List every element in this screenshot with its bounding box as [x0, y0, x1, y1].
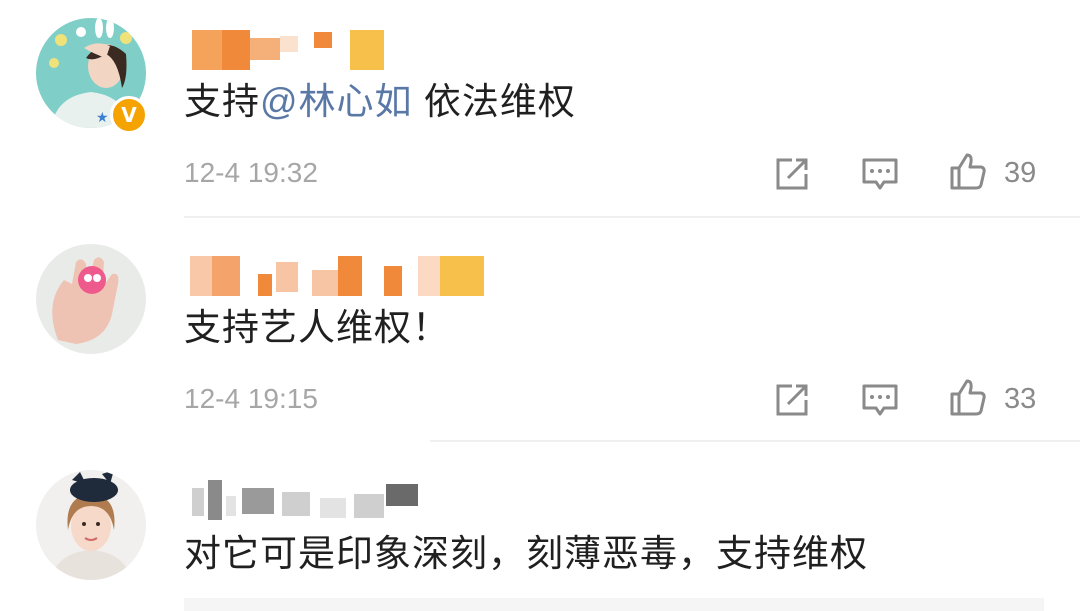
verified-badge-icon: V: [110, 96, 148, 134]
comment-text: 对它可是印象深刻，刻薄恶毒，支持维权: [184, 532, 868, 576]
svg-text:★: ★: [96, 110, 109, 126]
comment-text-prefix: 对它可是印象深刻，刻薄恶毒，支持维权: [184, 533, 868, 574]
comment-time: 12-4 19:15: [184, 383, 318, 414]
mention-link[interactable]: @林心如: [260, 81, 413, 122]
comment-item: ★ V 支持@林心如 依法维权 12-4 19:32 39: [0, 0, 1080, 220]
comment-text: 支持艺人维权！: [184, 306, 450, 350]
divider: [184, 598, 1044, 611]
divider: [184, 216, 1080, 218]
share-icon[interactable]: [772, 154, 812, 194]
comment-item: 支持艺人维权！ 12-4 19:15 33: [0, 220, 1080, 442]
thumbs-up-icon[interactable]: [948, 378, 988, 418]
comment-item: 对它可是印象深刻，刻薄恶毒，支持维权: [0, 442, 1080, 611]
like-count: 33: [1004, 383, 1037, 415]
comment-text-prefix: 支持艺人维权！: [184, 307, 450, 348]
username-redacted[interactable]: [186, 480, 426, 520]
comment-text-prefix: 支持: [184, 81, 260, 122]
avatar[interactable]: [36, 470, 146, 580]
comment-icon[interactable]: [860, 154, 900, 194]
share-icon[interactable]: [772, 380, 812, 420]
comment-text: 支持@林心如 依法维权: [184, 80, 576, 124]
avatar[interactable]: [36, 244, 146, 354]
thumbs-up-icon[interactable]: [948, 152, 988, 192]
username-redacted[interactable]: [186, 256, 486, 296]
comment-icon[interactable]: [860, 380, 900, 420]
comment-text-rest: 依法维权: [412, 81, 576, 122]
comment-time: 12-4 19:32: [184, 157, 318, 188]
username-redacted[interactable]: [186, 30, 386, 70]
comment-list: ★ V 支持@林心如 依法维权 12-4 19:32 39 支持艺人维权！ 12…: [0, 0, 1080, 611]
like-count: 39: [1004, 157, 1037, 189]
